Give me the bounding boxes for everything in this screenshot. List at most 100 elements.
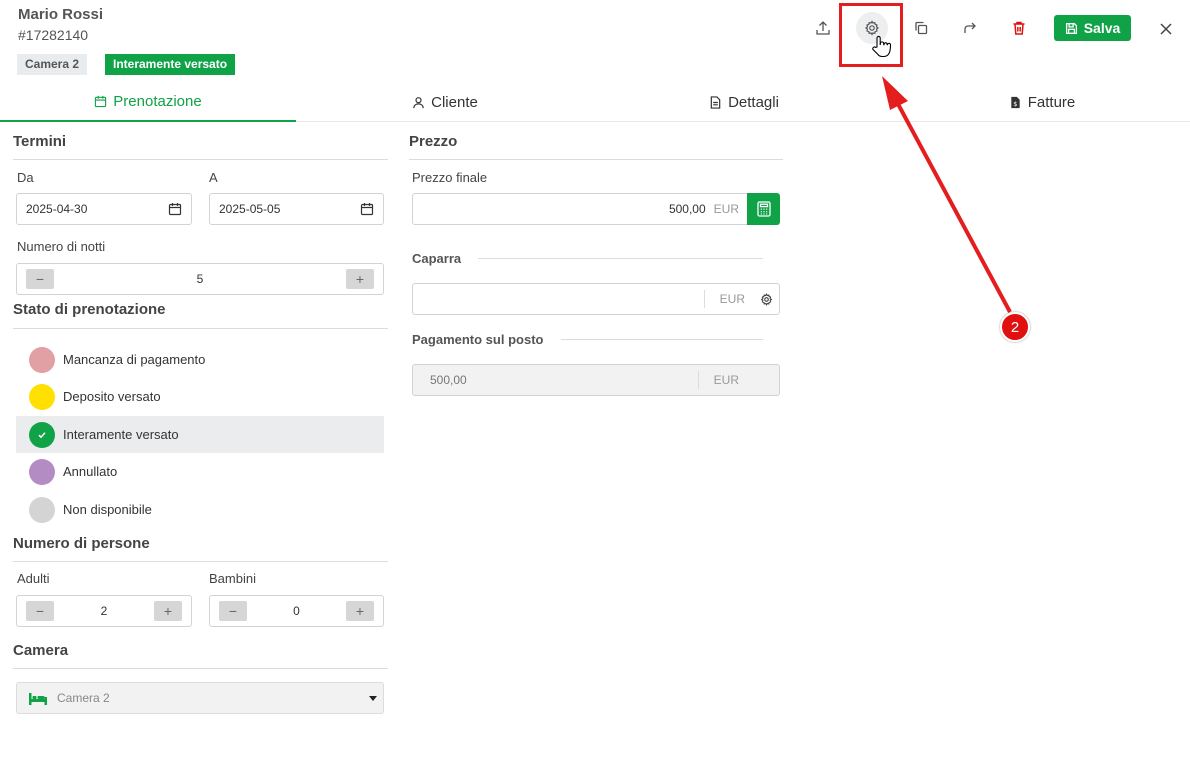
increment-button[interactable]: + — [346, 601, 374, 621]
calendar-icon[interactable] — [351, 194, 383, 224]
document-icon — [710, 95, 721, 109]
duplicate-button[interactable] — [905, 12, 937, 44]
section-divider — [13, 668, 388, 669]
invoice-icon: $ — [1011, 96, 1020, 108]
status-option-non-disponibile[interactable]: Non disponibile — [16, 491, 384, 528]
tab-dettagli[interactable]: Dettagli — [596, 82, 892, 122]
stato-title: Stato di prenotazione — [13, 301, 166, 318]
tab-label: Fatture — [1027, 93, 1076, 111]
increment-button[interactable]: + — [154, 601, 182, 621]
adults-label: Adulti — [17, 571, 50, 586]
nights-label: Numero di notti — [17, 239, 106, 254]
status-dot — [29, 496, 55, 523]
gear-icon[interactable] — [753, 292, 779, 306]
close-icon — [1160, 23, 1172, 35]
to-date-value: 2025-05-05 — [219, 202, 281, 216]
save-label: Salva — [1083, 20, 1121, 36]
status-option-interamente[interactable]: Interamente versato — [16, 416, 384, 453]
user-icon — [413, 96, 424, 108]
upload-button[interactable] — [807, 12, 839, 44]
calendar-icon[interactable] — [159, 194, 191, 224]
camera-title: Camera — [13, 642, 69, 659]
persone-title: Numero di persone — [13, 535, 150, 552]
copy-icon — [915, 21, 928, 35]
tab-label: Dettagli — [728, 93, 779, 111]
status-label: Non disponibile — [63, 502, 152, 517]
status-label: Mancanza di pagamento — [63, 352, 206, 367]
save-icon — [1065, 22, 1077, 34]
sub-divider — [561, 339, 763, 340]
children-value: 0 — [293, 604, 300, 618]
save-button[interactable]: Salva — [1054, 15, 1131, 41]
tab-label: Cliente — [431, 93, 478, 111]
delete-button[interactable] — [1003, 12, 1035, 44]
from-label: Da — [17, 170, 34, 185]
increment-button[interactable]: + — [346, 269, 374, 289]
calendar-icon — [95, 95, 107, 107]
calculator-button[interactable] — [747, 193, 780, 225]
final-price-value: 500,00 — [668, 202, 706, 216]
to-label: A — [209, 170, 218, 185]
checkmark-icon — [29, 421, 55, 448]
onsite-payment-field: 500,00 EUR — [412, 364, 780, 396]
status-option-mancanza[interactable]: Mancanza di pagamento — [16, 341, 384, 378]
status-option-deposito[interactable]: Deposito versato — [16, 378, 384, 415]
section-divider — [13, 561, 388, 562]
section-divider — [409, 159, 783, 160]
section-divider — [13, 159, 388, 160]
children-stepper[interactable]: − 0 + — [209, 595, 384, 627]
upload-icon — [816, 21, 830, 35]
final-price-label: Prezzo finale — [412, 170, 488, 185]
trash-icon — [1013, 21, 1025, 35]
status-label: Interamente versato — [63, 427, 179, 442]
currency-label: EUR — [719, 292, 745, 306]
tab-fatture[interactable]: $ Fatture — [894, 82, 1190, 122]
adults-stepper[interactable]: − 2 + — [16, 595, 192, 627]
status-tag: Interamente versato — [105, 54, 236, 75]
to-date-input[interactable]: 2025-05-05 — [209, 193, 384, 225]
deposit-label: Caparra — [412, 251, 462, 266]
room-select[interactable]: Camera 2 — [16, 682, 384, 714]
tab-prenotazione[interactable]: Prenotazione — [0, 82, 296, 122]
onsite-value: 500,00 — [430, 373, 467, 387]
status-dot — [29, 383, 55, 410]
section-divider — [13, 328, 388, 329]
tab-bar: Prenotazione Cliente Dettagli $ Fatture — [0, 82, 1190, 122]
status-dot — [29, 346, 55, 373]
status-dot — [29, 458, 55, 485]
status-label: Deposito versato — [63, 389, 161, 404]
room-select-value: Camera 2 — [57, 691, 110, 705]
termini-title: Termini — [13, 133, 67, 150]
close-button[interactable] — [1155, 18, 1177, 40]
room-tag: Camera 2 — [17, 54, 88, 75]
final-price-input[interactable]: 500,00 EUR — [412, 193, 748, 225]
decrement-button[interactable]: − — [26, 601, 54, 621]
adults-value: 2 — [100, 604, 108, 618]
share-icon — [964, 22, 976, 33]
children-label: Bambini — [209, 571, 256, 586]
nights-value: 5 — [196, 272, 204, 286]
booking-id: #17282140 — [18, 27, 89, 43]
decrement-button[interactable]: − — [219, 601, 247, 621]
hand-cursor-icon — [872, 35, 892, 58]
calculator-icon — [756, 201, 771, 217]
from-date-input[interactable]: 2025-04-30 — [16, 193, 192, 225]
tab-label: Prenotazione — [113, 92, 202, 110]
from-date-value: 2025-04-30 — [26, 202, 88, 216]
forward-button[interactable] — [954, 12, 986, 44]
deposit-input[interactable]: EUR — [412, 283, 780, 315]
currency-label: EUR — [713, 373, 739, 387]
nights-stepper[interactable]: − 5 + — [16, 263, 384, 295]
svg-text:$: $ — [1013, 100, 1017, 108]
tab-cliente[interactable]: Cliente — [297, 82, 593, 122]
prezzo-title: Prezzo — [409, 133, 458, 150]
status-option-annullato[interactable]: Annullato — [16, 453, 384, 490]
chevron-down-icon — [369, 696, 377, 701]
guest-name: Mario Rossi — [18, 6, 104, 23]
status-label: Annullato — [63, 464, 118, 479]
step-number-badge: 2 — [1000, 312, 1030, 342]
bed-icon — [29, 693, 47, 705]
currency-label: EUR — [713, 202, 739, 216]
decrement-button[interactable]: − — [26, 269, 54, 289]
onsite-label: Pagamento sul posto — [412, 332, 544, 347]
